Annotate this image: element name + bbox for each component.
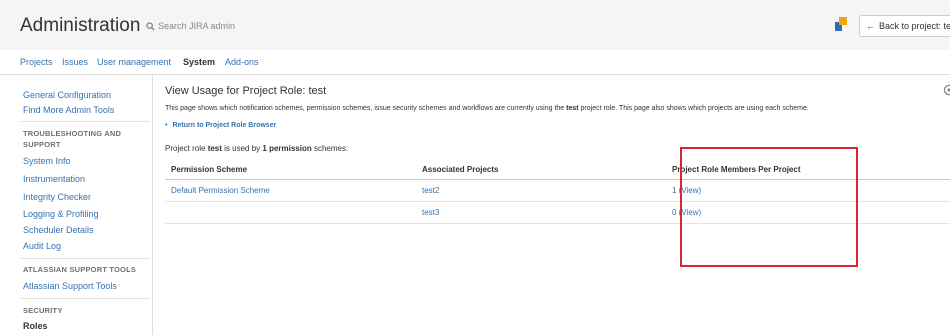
usage-text: Project role [165, 144, 208, 153]
permission-scheme-cell [165, 201, 416, 224]
sidebar-heading-troubleshooting: TROUBLESHOOTING AND SUPPORT [23, 128, 121, 150]
tab-issues[interactable]: Issues [62, 57, 88, 67]
column-header-permission-scheme: Permission Scheme [165, 160, 416, 180]
arrow-left-icon: ← [866, 21, 875, 31]
usage-text: is used by [221, 144, 263, 153]
sidebar-item-find-more-admin-tools[interactable]: Find More Admin Tools [23, 105, 114, 115]
project-link[interactable]: test3 [416, 201, 666, 224]
permission-scheme-link[interactable]: Default Permission Scheme [165, 179, 416, 202]
bullet-icon: • [165, 122, 168, 129]
description-role: test [566, 105, 579, 112]
sidebar-item-instrumentation[interactable]: Instrumentation [23, 174, 85, 184]
admin-header: Administration Search JIRA admin ← Back … [0, 0, 950, 50]
sidebar-item-integrity-checker[interactable]: Integrity Checker [23, 192, 91, 202]
app-title: Administration [20, 15, 141, 36]
column-header-associated-projects: Associated Projects [416, 160, 666, 180]
sidebar-item-atlassian-support-tools[interactable]: Atlassian Support Tools [23, 281, 117, 291]
return-to-role-browser-link[interactable]: • Return to Project Role Browser [165, 122, 276, 129]
sidebar-item-audit-log[interactable]: Audit Log [23, 241, 61, 251]
sidebar-heading-atlassian: ATLASSIAN SUPPORT TOOLS [23, 265, 137, 274]
description-text: This page shows which notification schem… [165, 105, 567, 112]
help-icon[interactable] [835, 17, 849, 31]
search-icon [146, 21, 155, 31]
tab-projects[interactable]: Projects [20, 57, 53, 67]
usage-count: 1 permission [262, 144, 312, 153]
sidebar-divider [20, 258, 150, 259]
usage-role: test [207, 144, 222, 153]
sidebar-heading-line: SUPPORT [23, 140, 61, 149]
usage-summary: Project role test is used by 1 permissio… [165, 144, 348, 153]
project-link[interactable]: test2 [416, 179, 666, 202]
sidebar: General Configuration Find More Admin To… [0, 75, 153, 335]
search-placeholder[interactable]: Search JIRA admin [158, 21, 235, 31]
sidebar-divider [20, 121, 150, 122]
sidebar-item-general-configuration[interactable]: General Configuration [23, 90, 111, 100]
description-text: project role. This page also shows which… [578, 105, 809, 112]
sidebar-heading-line: TROUBLESHOOTING AND [23, 129, 122, 138]
sidebar-item-scheduler-details[interactable]: Scheduler Details [23, 225, 94, 235]
sidebar-item-system-info[interactable]: System Info [23, 156, 71, 166]
sidebar-heading-security: SECURITY [23, 306, 63, 315]
highlight-box [680, 147, 858, 267]
gear-icon[interactable] [943, 84, 950, 96]
page-title: View Usage for Project Role: test [165, 85, 327, 97]
usage-text: schemes: [311, 144, 349, 153]
sidebar-item-logging-profiling[interactable]: Logging & Profiling [23, 209, 99, 219]
tab-add-ons[interactable]: Add-ons [225, 57, 259, 67]
return-link-label[interactable]: Return to Project Role Browser [172, 122, 276, 129]
admin-search[interactable]: Search JIRA admin [146, 21, 235, 31]
sidebar-divider [20, 298, 150, 299]
tab-user-management[interactable]: User management [97, 57, 171, 67]
admin-tabs: Projects Issues User management System A… [0, 50, 950, 75]
back-to-project-button[interactable]: ← Back to project: test2 [859, 15, 950, 37]
back-to-project-label: Back to project: test2 [879, 21, 950, 31]
sidebar-item-roles[interactable]: Roles [23, 321, 48, 331]
tab-system[interactable]: System [183, 57, 215, 67]
page-description: This page shows which notification schem… [165, 105, 809, 112]
